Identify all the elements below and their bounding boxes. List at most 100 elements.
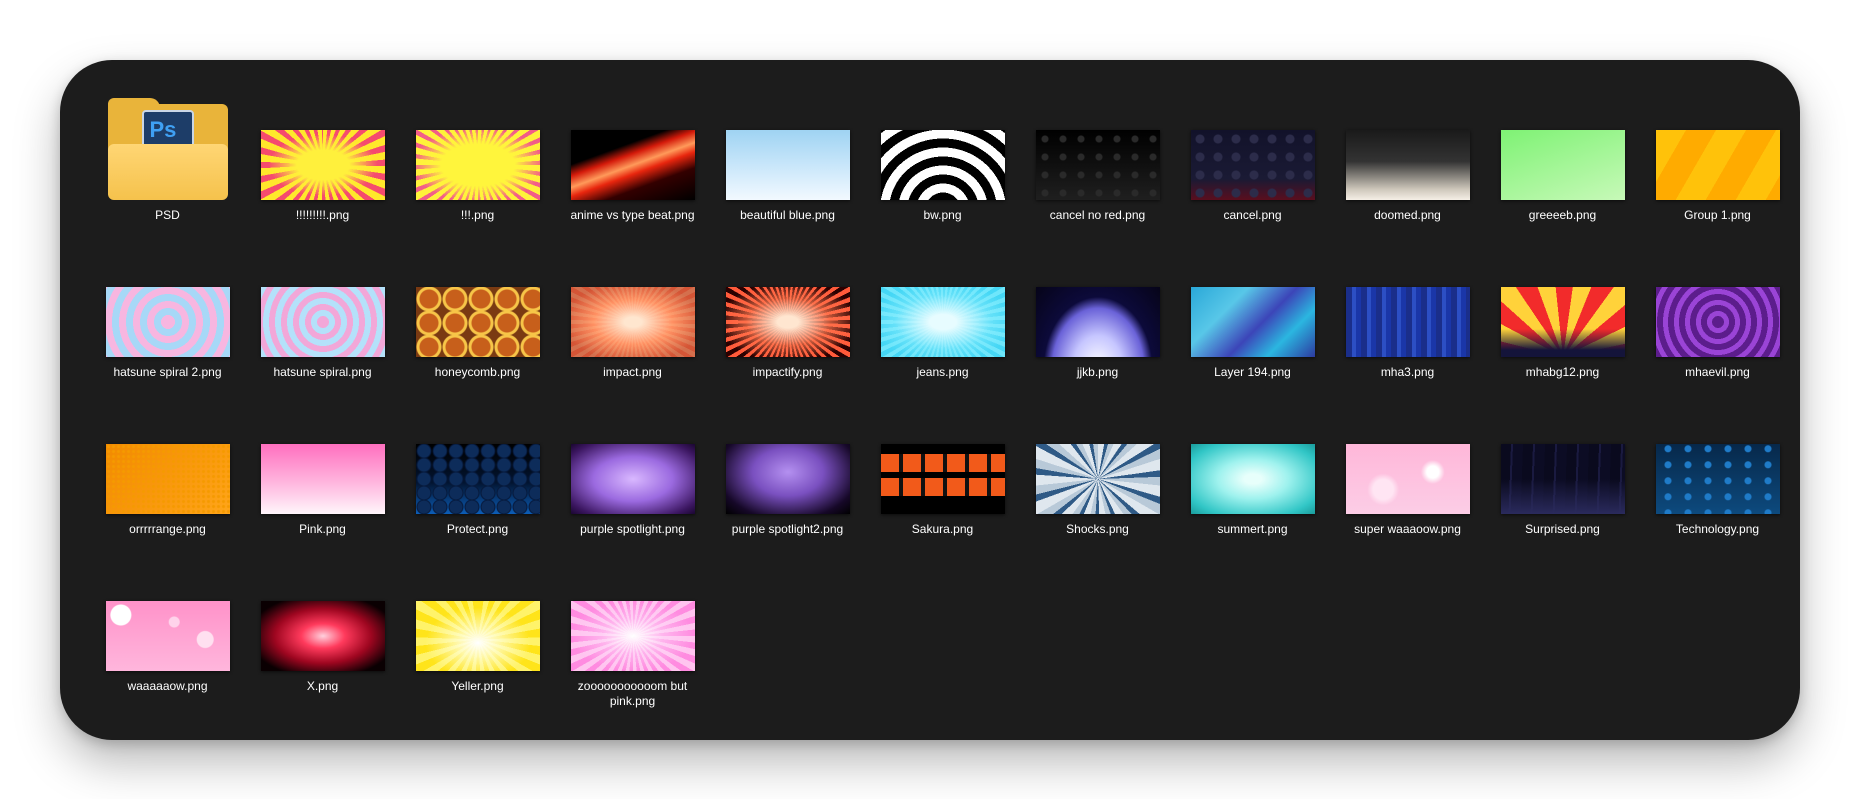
- image-thumbnail: [570, 130, 695, 200]
- thumbnail-wrap: [90, 561, 245, 671]
- image-thumbnail: [1655, 287, 1780, 357]
- file-tile[interactable]: !!!!!!!!!.png: [245, 90, 400, 247]
- file-tile[interactable]: Surprised.png: [1485, 404, 1640, 561]
- file-tile[interactable]: orrrrrange.png: [90, 404, 245, 561]
- file-tile[interactable]: impact.png: [555, 247, 710, 404]
- file-tile[interactable]: hatsune spiral.png: [245, 247, 400, 404]
- thumbnail-wrap: [90, 404, 245, 514]
- file-tile[interactable]: X.png: [245, 561, 400, 718]
- thumbnail-wrap: [1020, 90, 1175, 200]
- file-tile[interactable]: mhaevil.png: [1640, 247, 1795, 404]
- file-tile[interactable]: purple spotlight.png: [555, 404, 710, 561]
- image-thumbnail: [1190, 130, 1315, 200]
- file-name-label: Technology.png: [1675, 522, 1760, 536]
- image-thumbnail: [1190, 287, 1315, 357]
- image-thumbnail: [1345, 130, 1470, 200]
- file-tile[interactable]: Sakura.png: [865, 404, 1020, 561]
- image-thumbnail: [1345, 444, 1470, 514]
- file-name-label: jjkb.png: [1076, 365, 1119, 379]
- image-thumbnail: [725, 444, 850, 514]
- file-tile[interactable]: Yeller.png: [400, 561, 555, 718]
- thumbnail-wrap: [400, 404, 555, 514]
- image-thumbnail: [1500, 130, 1625, 200]
- file-tile[interactable]: hatsune spiral 2.png: [90, 247, 245, 404]
- thumbnail-wrap: [710, 404, 865, 514]
- image-thumbnail: [415, 601, 540, 671]
- thumbnail-wrap: [1020, 247, 1175, 357]
- image-thumbnail: [1500, 287, 1625, 357]
- image-thumbnail: [1035, 130, 1160, 200]
- file-tile[interactable]: cancel.png: [1175, 90, 1330, 247]
- file-tile[interactable]: Protect.png: [400, 404, 555, 561]
- file-name-label: Pink.png: [299, 522, 346, 536]
- file-name-label: greeeeb.png: [1528, 208, 1597, 222]
- image-thumbnail: [1500, 444, 1625, 514]
- file-tile[interactable]: Layer 194.png: [1175, 247, 1330, 404]
- file-tile[interactable]: mhabg12.png: [1485, 247, 1640, 404]
- thumbnail-wrap: [1330, 247, 1485, 357]
- photoshop-badge: Ps: [149, 117, 177, 142]
- file-tile[interactable]: doomed.png: [1330, 90, 1485, 247]
- file-name-label: waaaaaow.png: [127, 679, 208, 693]
- file-tile[interactable]: mha3.png: [1330, 247, 1485, 404]
- file-tile[interactable]: anime vs type beat.png: [555, 90, 710, 247]
- file-tile[interactable]: waaaaaow.png: [90, 561, 245, 718]
- thumbnail-wrap: [1175, 404, 1330, 514]
- file-name-label: doomed.png: [1374, 208, 1441, 222]
- thumbnail-wrap: [1640, 247, 1795, 357]
- thumbnail-wrap: [1485, 247, 1640, 357]
- file-name-label: jeans.png: [916, 365, 969, 379]
- thumbnail-wrap: [710, 247, 865, 357]
- file-tile[interactable]: super waaaoow.png: [1330, 404, 1485, 561]
- file-tile[interactable]: purple spotlight2.png: [710, 404, 865, 561]
- file-tile[interactable]: Shocks.png: [1020, 404, 1175, 561]
- file-tile[interactable]: !!!.png: [400, 90, 555, 247]
- thumbnail-wrap: [865, 90, 1020, 200]
- image-thumbnail: [570, 287, 695, 357]
- file-name-label: Protect.png: [446, 522, 509, 536]
- thumbnail-wrap: [1330, 90, 1485, 200]
- file-name-label: purple spotlight.png: [580, 522, 685, 536]
- file-tile[interactable]: Pink.png: [245, 404, 400, 561]
- file-tile[interactable]: bw.png: [865, 90, 1020, 247]
- folder-thumb-wrap: Ps: [90, 90, 245, 200]
- image-thumbnail: [880, 444, 1005, 514]
- folder-psd[interactable]: Ps PSD: [90, 90, 245, 247]
- image-thumbnail: [725, 130, 850, 200]
- image-thumbnail: [260, 601, 385, 671]
- file-tile[interactable]: honeycomb.png: [400, 247, 555, 404]
- file-name-label: Shocks.png: [1066, 522, 1129, 536]
- thumbnail-wrap: [1330, 404, 1485, 514]
- image-thumbnail: [1190, 444, 1315, 514]
- image-thumbnail: [880, 287, 1005, 357]
- file-tile[interactable]: Technology.png: [1640, 404, 1795, 561]
- file-name-label: super waaaoow.png: [1354, 522, 1461, 536]
- file-tile[interactable]: Group 1.png: [1640, 90, 1795, 247]
- file-tile[interactable]: zooooooooooom but pink.png: [555, 561, 710, 718]
- file-name-label: cancel no red.png: [1049, 208, 1146, 222]
- image-thumbnail: [570, 444, 695, 514]
- thumbnail-wrap: [555, 561, 710, 671]
- photoshop-folder-icon: Ps: [107, 98, 228, 200]
- image-thumbnail: [725, 287, 850, 357]
- file-tile[interactable]: summert.png: [1175, 404, 1330, 561]
- thumbnail-wrap: [245, 561, 400, 671]
- image-thumbnail: [415, 287, 540, 357]
- image-thumbnail: [105, 601, 230, 671]
- thumbnail-wrap: [1640, 90, 1795, 200]
- image-thumbnail: [415, 130, 540, 200]
- thumbnail-wrap: [865, 247, 1020, 357]
- file-tile[interactable]: cancel no red.png: [1020, 90, 1175, 247]
- file-tile[interactable]: jjkb.png: [1020, 247, 1175, 404]
- file-name-label: hatsune spiral.png: [273, 365, 372, 379]
- thumbnail-wrap: [555, 247, 710, 357]
- thumbnail-wrap: [865, 404, 1020, 514]
- file-tile[interactable]: impactify.png: [710, 247, 865, 404]
- file-tile[interactable]: beautiful blue.png: [710, 90, 865, 247]
- thumbnail-wrap: [1485, 90, 1640, 200]
- thumbnail-wrap: [90, 247, 245, 357]
- file-tile[interactable]: greeeeb.png: [1485, 90, 1640, 247]
- thumbnail-wrap: [400, 90, 555, 200]
- file-tile[interactable]: jeans.png: [865, 247, 1020, 404]
- thumbnail-wrap: [245, 404, 400, 514]
